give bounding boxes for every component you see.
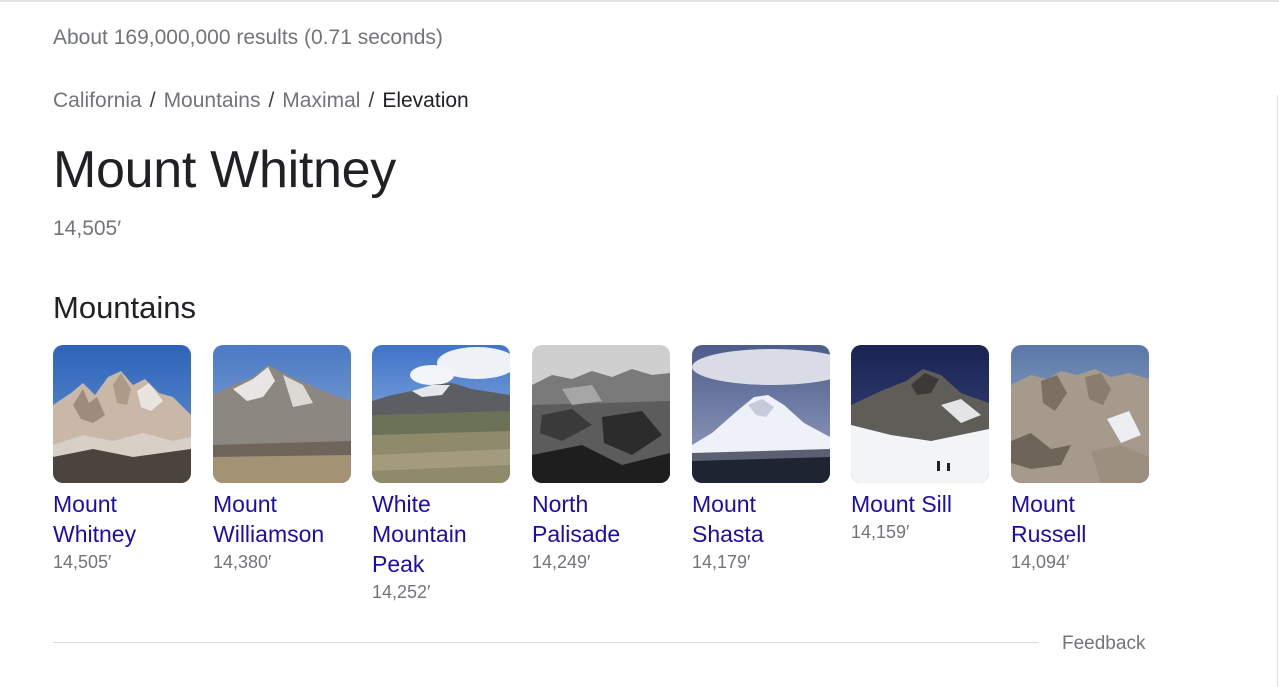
mount-williamson-photo[interactable] <box>213 345 351 483</box>
mountain-card-russell[interactable]: Mount Russell 14,094′ <box>1011 345 1149 575</box>
mountain-card-whitney[interactable]: Mount Whitney 14,505′ <box>53 345 191 575</box>
mountain-carousel: Mount Whitney 14,505′ Mount Williamson 1… <box>53 345 1163 610</box>
mountain-card-name[interactable]: Mount Whitney <box>53 489 191 549</box>
breadcrumb-current: Elevation <box>382 89 469 112</box>
mount-russell-photo[interactable] <box>1011 345 1149 483</box>
breadcrumb-item-mountains[interactable]: Mountains <box>164 89 261 112</box>
section-title: Mountains <box>53 290 197 325</box>
mountain-card-elevation: 14,249′ <box>532 552 591 572</box>
mount-sill-photo[interactable] <box>851 345 989 483</box>
mountain-card-sill[interactable]: Mount Sill 14,159′ <box>851 345 989 545</box>
mountain-card-name[interactable]: North Palisade <box>532 489 670 549</box>
mountain-card-name[interactable]: Mount Sill <box>851 489 989 519</box>
breadcrumb-separator: / <box>149 89 156 112</box>
mountain-card-name[interactable]: Mount Russell <box>1011 489 1149 549</box>
mountain-card-elevation: 14,505′ <box>53 552 112 572</box>
breadcrumb-item-california[interactable]: California <box>53 89 142 112</box>
mountain-card-white-mountain[interactable]: White Mountain Peak 14,252′ <box>372 345 510 605</box>
mount-shasta-photo[interactable] <box>692 345 830 483</box>
mountain-card-name[interactable]: Mount Shasta <box>692 489 830 549</box>
mountain-card-elevation: 14,094′ <box>1011 552 1070 572</box>
mountain-card-name[interactable]: Mount Williamson <box>213 489 351 549</box>
answer-title: Mount Whitney <box>53 141 396 199</box>
mountain-card-north-palisade[interactable]: North Palisade 14,249′ <box>532 345 670 575</box>
mount-whitney-photo[interactable] <box>53 345 191 483</box>
north-palisade-photo[interactable] <box>532 345 670 483</box>
result-stats: About 169,000,000 results (0.71 seconds) <box>53 26 443 49</box>
mountain-card-elevation: 14,380′ <box>213 552 272 572</box>
mountain-card-name[interactable]: White Mountain Peak <box>372 489 510 579</box>
feedback-link[interactable]: Feedback <box>1062 633 1145 655</box>
mountain-card-shasta[interactable]: Mount Shasta 14,179′ <box>692 345 830 575</box>
top-divider <box>0 0 1279 2</box>
white-mountain-peak-photo[interactable] <box>372 345 510 483</box>
breadcrumb-separator: / <box>368 89 375 112</box>
footer-divider <box>53 642 1039 643</box>
mountain-card-elevation: 14,179′ <box>692 552 751 572</box>
mountain-card-elevation: 14,159′ <box>851 522 910 542</box>
mountain-card-williamson[interactable]: Mount Williamson 14,380′ <box>213 345 351 575</box>
panel-edge <box>1277 95 1278 687</box>
mountain-card-elevation: 14,252′ <box>372 582 431 602</box>
answer-elevation: 14,505′ <box>53 217 122 240</box>
breadcrumb-item-maximal[interactable]: Maximal <box>282 89 360 112</box>
breadcrumb-separator: / <box>268 89 275 112</box>
breadcrumb: California / Mountains / Maximal / Elevation <box>53 89 469 113</box>
